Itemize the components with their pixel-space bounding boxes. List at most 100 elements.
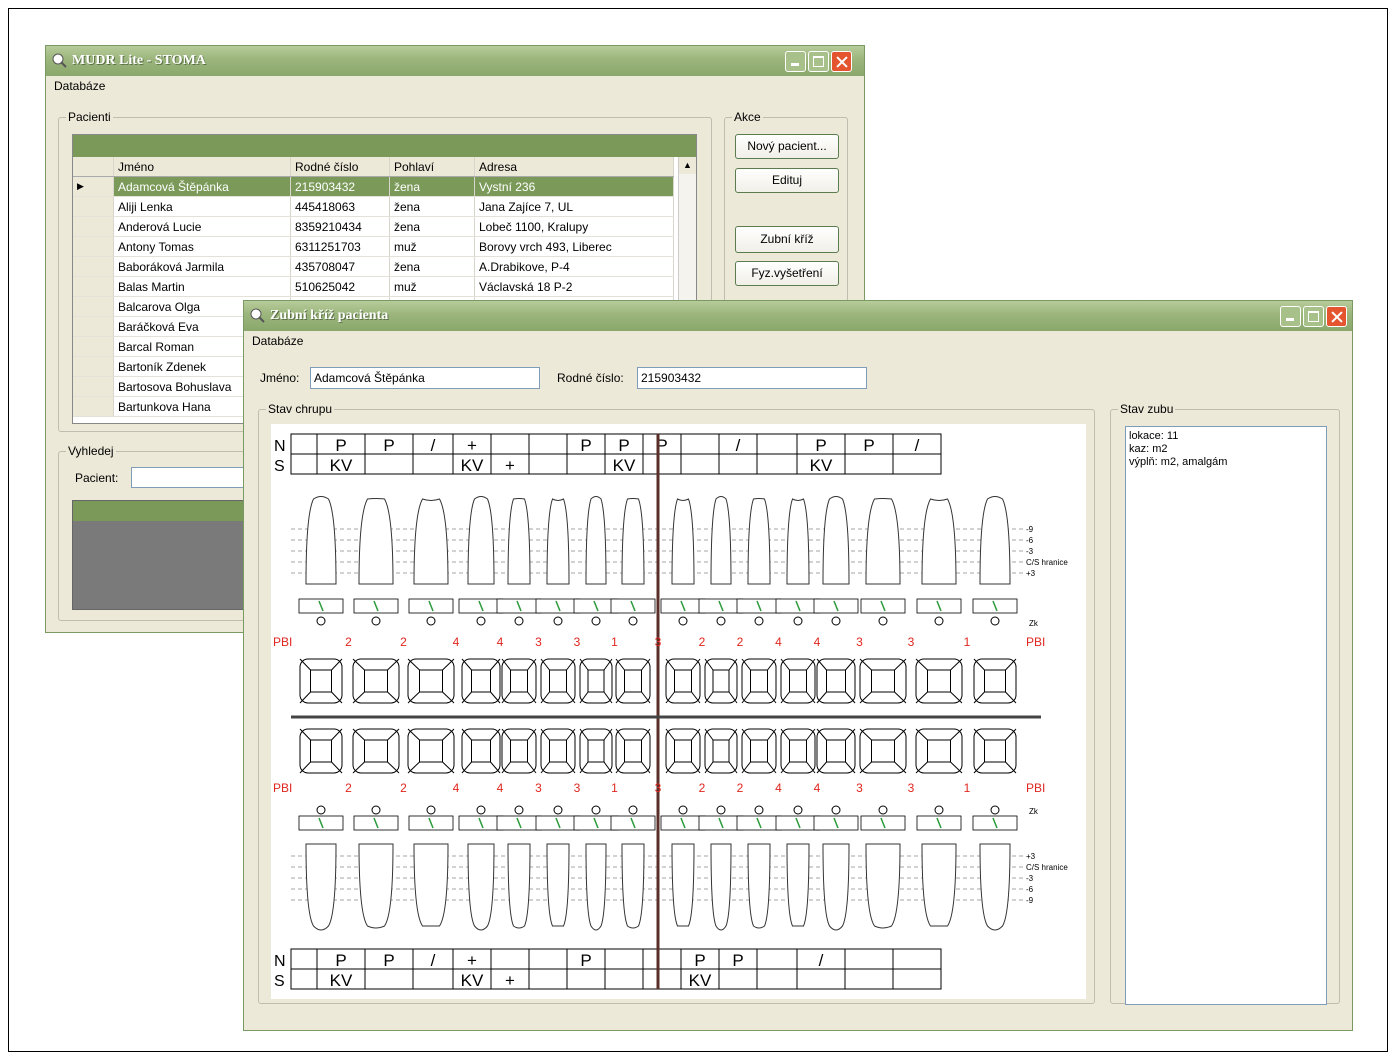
maximize-button[interactable] — [808, 51, 829, 72]
dental-cross-button[interactable]: Zubní kříž — [735, 226, 839, 253]
rc-label: Rodné číslo: — [557, 371, 624, 385]
scale-lower-level-label: -9 — [1026, 896, 1034, 905]
lower-occlusal-inner — [984, 739, 1006, 763]
cell-name: Balas Martin — [113, 276, 291, 297]
physical-exam-button[interactable]: Fyz.vyšetření — [735, 261, 839, 286]
edit-button[interactable]: Edituj — [735, 168, 839, 193]
cell-name: Anderová Lucie — [113, 216, 291, 237]
upper-mobility-circle — [678, 616, 688, 626]
dental-chart-svg[interactable]: P P / + P P P / P P/KV KV + KV KVNSP P / + P P P/KV KV + KVNS-… — [271, 424, 1086, 999]
row-indicator — [73, 296, 114, 317]
pbi-upper-value: 3 — [908, 635, 915, 649]
col-header-name[interactable]: Jméno — [113, 157, 291, 177]
close-button[interactable] — [1326, 306, 1347, 327]
scale-upper-level-label: -3 — [1026, 547, 1034, 556]
upper-occlusal-inner — [364, 669, 388, 693]
app-icon — [52, 53, 67, 68]
pbi-upper-value: 4 — [453, 635, 460, 649]
scale-lower-level-label: +3 — [1026, 852, 1036, 861]
col-header-sex[interactable]: Pohlaví — [389, 157, 475, 177]
table-row[interactable]: ▶ Adamcová Štěpánka 215903432 žena Vystní 23… — [73, 176, 674, 197]
upper-code-n-code: P — [335, 436, 346, 455]
dental-window-title: Zubní kříž pacienta — [270, 308, 389, 323]
lower-occlusal-inner — [419, 739, 443, 763]
lower-code-row-label-s: S — [274, 973, 285, 990]
pbi-lower-label-left: PBI — [273, 781, 292, 795]
upper-mobility-circle — [553, 616, 563, 626]
dental-chart[interactable]: P P / + P P P / P P / KV KV + KV KV N S P P / + P P P / KV KV + KV N S -… — [271, 424, 1086, 999]
pbi-lower-value: 1 — [611, 781, 618, 795]
menu-databaze[interactable]: Databáze — [252, 334, 303, 348]
close-button[interactable] — [831, 51, 852, 72]
rc-field[interactable]: 215903432 — [637, 367, 867, 389]
lower-code-row-label-n: N — [274, 953, 286, 970]
lower-tooth — [979, 843, 1011, 931]
row-indicator — [73, 316, 114, 337]
minimize-button[interactable] — [1280, 306, 1301, 327]
upper-code-n-code: P — [383, 436, 394, 455]
dental-menubar: Databáze — [244, 331, 1352, 351]
row-indicator-header — [73, 157, 114, 177]
upper-mobility-circle — [831, 616, 841, 626]
row-indicator — [73, 196, 114, 217]
upper-mobility-circle — [878, 616, 888, 626]
upper-occlusal-inner — [549, 669, 567, 693]
upper-occlusal-inner — [510, 669, 528, 693]
pbi-lower-value: 4 — [453, 781, 460, 795]
main-title-bar[interactable]: MUDR Lite - STOMA — [46, 46, 864, 76]
lower-mobility-circle — [990, 805, 1000, 815]
upper-mobility-circle — [990, 616, 1000, 626]
table-row[interactable]: Balas Martin 510625042 muž Václavská 18 P-2 — [73, 276, 674, 297]
lower-occlusal-inner — [826, 739, 846, 763]
new-patient-button[interactable]: Nový pacient... — [735, 134, 839, 159]
lower-mobility-circle — [591, 805, 601, 815]
upper-occlusal-inner — [674, 669, 692, 693]
lower-tooth — [305, 843, 337, 931]
name-field[interactable]: Adamcová Štěpánka — [310, 367, 540, 389]
minimize-button[interactable] — [785, 51, 806, 72]
upper-occlusal-inner — [471, 669, 491, 693]
maximize-button[interactable] — [1303, 306, 1324, 327]
upper-tooth — [822, 496, 850, 585]
upper-occlusal-inner — [310, 669, 332, 693]
upper-code-n-code: P — [580, 436, 591, 455]
tooth-status-box[interactable]: lokace: 11 kaz: m2 výplň: m2, amalgám — [1125, 426, 1327, 1005]
col-header-rc[interactable]: Rodné číslo — [290, 157, 390, 177]
lower-mobility-circle — [514, 805, 524, 815]
lower-occlusal-inner — [624, 739, 642, 763]
upper-occlusal-inner — [587, 669, 605, 693]
search-label: Pacient: — [75, 471, 119, 485]
table-row[interactable]: Anderová Lucie 8359210434 žena Lobeč 1100, … — [73, 216, 674, 237]
table-row[interactable]: Aliji Lenka 445418063 žena Jana Zajíce 7, U… — [73, 196, 674, 217]
dental-title-bar[interactable]: Zubní kříž pacienta — [244, 301, 1352, 331]
pbi-lower-value: 1 — [964, 781, 971, 795]
pbi-lower-value: 4 — [814, 781, 821, 795]
tooth-status-line: výplň: m2, amalgám — [1129, 456, 1228, 468]
table-row[interactable]: Baboráková Jarmila 435708047 žena A.Drabiko… — [73, 256, 674, 277]
pbi-lower-value: 3 — [908, 781, 915, 795]
table-row[interactable]: Antony Tomas 6311251703 muž Borovy vrch 493… — [73, 236, 674, 257]
cell-sex: muž — [389, 276, 475, 297]
lower-occlusal-inner — [310, 739, 332, 763]
upper-occlusal-inner — [826, 669, 846, 693]
pbi-upper-value: 1 — [611, 635, 618, 649]
menu-databaze[interactable]: Databáze — [54, 79, 105, 93]
lower-tooth — [546, 843, 570, 927]
pbi-lower-value: 3 — [574, 781, 581, 795]
pbi-upper-value: 2 — [699, 635, 706, 649]
patients-group-label: Pacienti — [66, 110, 113, 124]
col-header-address[interactable]: Adresa — [474, 157, 674, 177]
pbi-lower-value: 2 — [699, 781, 706, 795]
upper-tooth — [865, 498, 901, 585]
lower-tooth — [413, 843, 449, 927]
cell-sex: muž — [389, 236, 475, 257]
lower-mobility-circle — [553, 805, 563, 815]
scroll-up-icon[interactable]: ▲ — [679, 157, 696, 174]
upper-code-n-code: + — [467, 436, 477, 455]
scale-upper-level-label: +3 — [1026, 569, 1036, 578]
row-indicator — [73, 336, 114, 357]
upper-mobility-circle — [476, 616, 486, 626]
upper-occlusal-inner — [624, 669, 642, 693]
upper-tooth — [621, 498, 645, 585]
cell-addr: Borovy vrch 493, Liberec — [474, 236, 674, 257]
